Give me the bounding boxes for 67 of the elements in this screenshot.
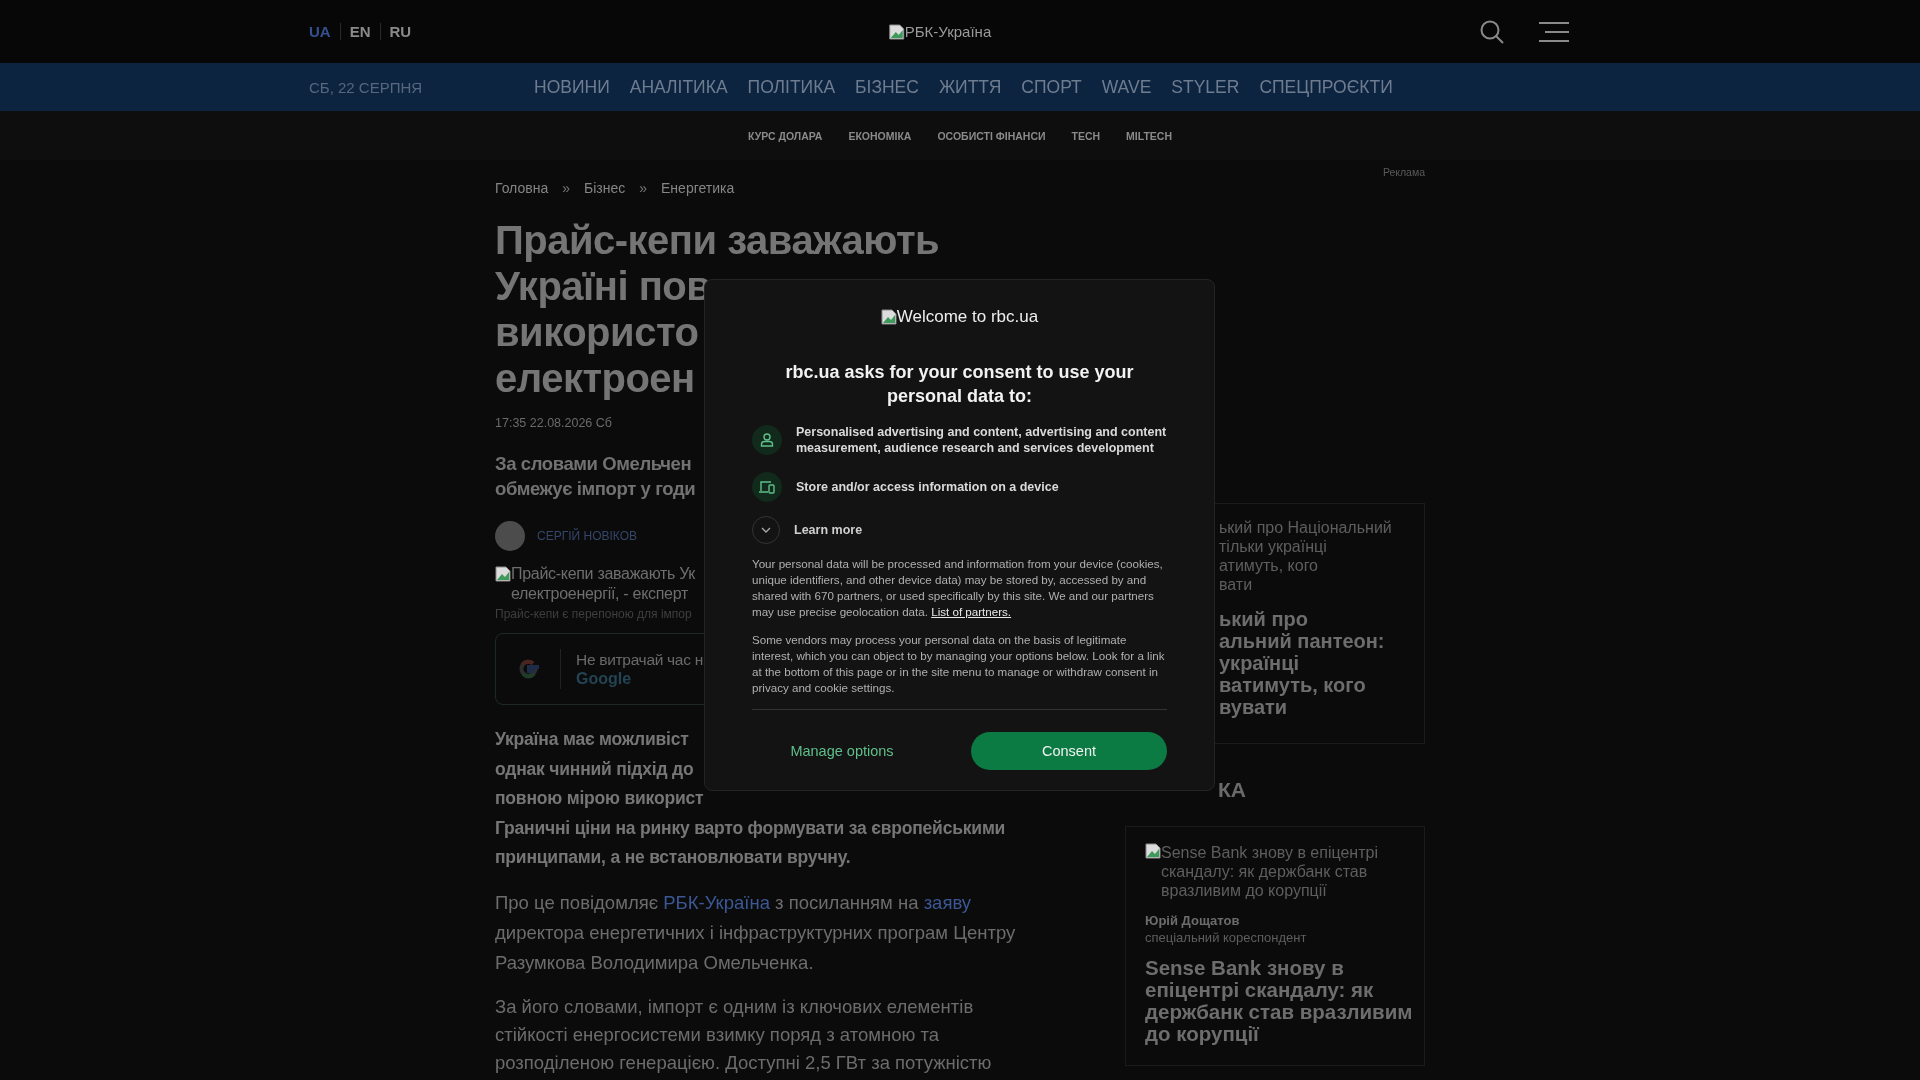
image-alt-text: Прайс-кепи заважають Ук електроенергії, - експерт	[511, 564, 696, 604]
image-alt-text: Sense Bank знову в епіцентрі скандалу: як держбанк став вразливим до корупції	[1161, 843, 1378, 900]
consent-text: Your personal data will be processed and information from your device (cookies, unique identifiers, and other device data) may be stored by, accessed by and shared with 670 partners, or used specifically by this site. We and our partners may use precise geolocation data. List of partners.	[752, 556, 1164, 620]
paragraph-line: однак чинний підхід до	[495, 757, 694, 781]
nav-link[interactable]: БІЗНЕС	[855, 76, 919, 98]
card-title[interactable]: Sense Bank знову в епіцентрі скандалу: як держбанк став вразливим до корупції	[1145, 957, 1409, 1045]
article-paragraph: Про це повідомляє РБК-Україна з посиланням на заяву директора енергетичних і інфраструктурних програм Центру Разумкова Володимира Омельченка.	[495, 890, 1016, 975]
nav-link[interactable]: СПЕЦПРОЄКТИ	[1259, 76, 1393, 98]
paragraph-line: повною мірою використ	[495, 787, 704, 810]
search-icon[interactable]	[1479, 18, 1505, 45]
site-logo: РБК-Україна	[888, 23, 992, 40]
title-line: електроен	[495, 355, 695, 401]
image-alt-text: ький про Національний тільки українці атимуть, кого вати	[1219, 518, 1393, 594]
article-lead: За словами Омельчен обмежує імпорт у годи	[495, 452, 696, 501]
nav-link[interactable]: WAVE	[1101, 76, 1152, 98]
purpose-text: Personalised advertising and content, advertising and content measurement, audience research and services development	[796, 424, 1167, 456]
subnav-link[interactable]: TECH	[1071, 129, 1101, 142]
breadcrumb-separator: »	[562, 180, 570, 196]
consent-logo: Welcome to rbc.ua	[752, 304, 1167, 330]
paragraph-line: Граничні ціни на ринку варто формувати за європейськими	[495, 816, 1006, 840]
breadcrumb-link[interactable]: Головна	[495, 180, 549, 196]
author-link[interactable]: СЕРГІЙ НОВІКОВ	[537, 529, 637, 543]
subnav-link[interactable]: MILTECH	[1126, 129, 1172, 142]
publish-date: 17:35 22.08.2026 Сб	[495, 416, 613, 430]
subnav-link[interactable]: КУРС ДОЛАРА	[748, 129, 823, 142]
broken-image-icon	[495, 566, 511, 582]
consent-heading: rbc.ua asks for your consent to use your personal data to:	[784, 361, 1135, 408]
language-link[interactable]: RU	[379, 23, 421, 40]
article-paragraph: За його словами, імпорт є одним із ключових елементів стійкості енергосистеми взимку поряд з атомною та розподіленою генерацією. Доступні 2,5 ГВт за потужністю	[495, 994, 992, 1075]
nav-link[interactable]: СПОРТ	[1021, 76, 1082, 98]
breadcrumb-link[interactable]: Енергетика	[661, 180, 735, 196]
breadcrumb-link[interactable]: Бізнес	[584, 180, 626, 196]
partners-link[interactable]: List of partners.	[931, 605, 1012, 618]
learn-more-link[interactable]: Learn more	[794, 523, 863, 537]
language-link[interactable]: EN	[339, 23, 380, 40]
paragraph-line: Україна має можливіст	[495, 728, 689, 751]
section-title: КА	[1218, 778, 1247, 803]
nav-link[interactable]: STYLER	[1171, 76, 1240, 98]
consent-text: Some vendors may process your personal data on the basis of legitimate interest, which you can object to by managing your options below. Look for a link at the bottom of this page or in the site menu to manage or withdraw consent in privacy and cookie settings.	[752, 632, 1166, 696]
nav-link[interactable]: ПОЛІТИКА	[747, 76, 836, 98]
title-line: використо	[495, 309, 699, 355]
breadcrumb-separator: »	[639, 180, 648, 196]
manage-options-button[interactable]: Manage options	[752, 732, 932, 770]
subnav-link[interactable]: ЕКОНОМІКА	[848, 129, 912, 142]
date-label: СБ, 22 СЕРПНЯ	[309, 78, 424, 96]
devices-icon	[752, 472, 782, 502]
paragraph-line: принципами, а не встановлювати вручну.	[495, 846, 851, 869]
text-link[interactable]: РБК-Україна	[663, 891, 770, 913]
menu-icon[interactable]	[1539, 21, 1569, 42]
broken-image-icon	[1145, 843, 1161, 859]
consent-button[interactable]: Consent	[971, 732, 1167, 770]
card-title[interactable]: ький про альний пантеон: українці ватимуть, кого вувати	[1219, 608, 1424, 718]
ad-label: Реклама	[1381, 166, 1425, 178]
author-name: Юрій Дощатов	[1145, 913, 1241, 928]
nav-link[interactable]: ЖИТТЯ	[938, 76, 1002, 98]
author-avatar	[495, 521, 525, 551]
chevron-icon	[761, 527, 771, 533]
nav-link[interactable]: НОВИНИ	[534, 76, 610, 98]
text-link[interactable]: заяву	[923, 891, 972, 913]
purpose-text: Store and/or access information on a device	[796, 479, 1059, 495]
title-line: Прайс-кепи заважають	[495, 217, 940, 263]
author-role: спеціальний кореспондент	[1145, 930, 1308, 945]
subnav-link[interactable]: ОСОБИСТІ ФІНАНСИ	[937, 129, 1046, 142]
language-link[interactable]: UA	[309, 23, 340, 40]
person-icon	[752, 425, 782, 455]
promo-text: Не витрачай час н	[576, 651, 703, 668]
nav-link[interactable]: АНАЛІТИКА	[629, 76, 728, 98]
